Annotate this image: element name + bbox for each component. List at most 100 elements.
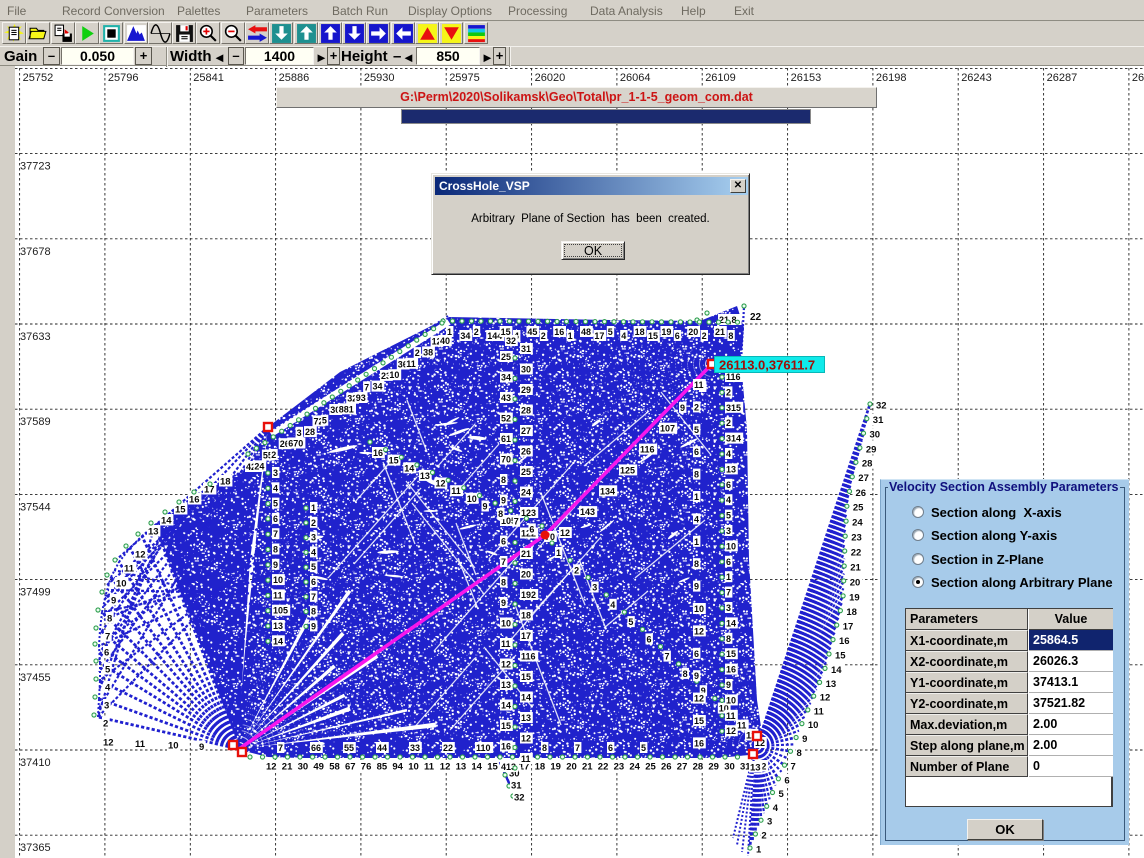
svg-text:12: 12: [726, 726, 736, 736]
svg-text:143: 143: [580, 507, 595, 517]
svg-text:5: 5: [641, 743, 646, 753]
svg-text:31: 31: [511, 781, 522, 792]
svg-text:24: 24: [521, 488, 531, 498]
svg-text:16: 16: [554, 327, 564, 337]
svg-text:7: 7: [364, 382, 369, 392]
svg-text:5: 5: [273, 499, 278, 509]
svg-text:30: 30: [870, 430, 881, 441]
svg-text:70: 70: [501, 455, 511, 465]
svg-text:8: 8: [694, 559, 699, 569]
svg-text:34: 34: [460, 331, 470, 341]
svg-text:123: 123: [521, 508, 536, 518]
svg-text:315: 315: [726, 403, 741, 413]
svg-text:15: 15: [175, 505, 186, 516]
svg-text:27: 27: [677, 762, 688, 773]
svg-text:2: 2: [726, 387, 731, 397]
svg-text:6: 6: [647, 634, 652, 644]
svg-text:7: 7: [501, 557, 506, 567]
svg-text:34: 34: [501, 373, 511, 383]
svg-text:11: 11: [124, 564, 135, 575]
svg-text:15: 15: [835, 651, 846, 662]
svg-text:7: 7: [575, 743, 580, 753]
svg-text:37544: 37544: [20, 501, 51, 513]
svg-text:10: 10: [808, 720, 819, 731]
svg-text:13: 13: [521, 713, 531, 723]
svg-text:13: 13: [148, 527, 159, 538]
svg-text:13: 13: [420, 471, 430, 481]
svg-text:2: 2: [702, 331, 707, 341]
svg-text:2: 2: [103, 719, 108, 730]
svg-text:8: 8: [107, 614, 112, 625]
svg-text:20: 20: [566, 762, 577, 773]
svg-text:8: 8: [501, 578, 506, 588]
svg-text:26332: 26332: [1132, 72, 1144, 84]
svg-text:5: 5: [608, 327, 613, 337]
svg-text:26113.0,37611.7: 26113.0,37611.7: [719, 358, 815, 373]
svg-text:5: 5: [322, 416, 327, 426]
svg-text:23: 23: [614, 762, 625, 773]
svg-text:1: 1: [568, 331, 573, 341]
svg-text:15: 15: [501, 721, 511, 731]
svg-text:40: 40: [440, 336, 450, 346]
svg-text:20: 20: [688, 327, 698, 337]
svg-text:13: 13: [750, 763, 761, 774]
svg-text:6: 6: [726, 480, 731, 490]
svg-text:12: 12: [436, 479, 446, 489]
svg-text:18: 18: [846, 607, 857, 618]
svg-text:31: 31: [873, 415, 884, 426]
svg-text:52: 52: [501, 414, 511, 424]
svg-text:58: 58: [329, 762, 340, 773]
svg-text:94: 94: [392, 762, 403, 773]
svg-text:25886: 25886: [279, 72, 310, 84]
svg-text:10: 10: [389, 370, 399, 380]
svg-text:37589: 37589: [20, 416, 51, 428]
svg-text:28: 28: [693, 762, 704, 773]
svg-text:25: 25: [501, 352, 511, 362]
svg-text:110: 110: [476, 743, 491, 753]
svg-text:4: 4: [105, 683, 111, 694]
svg-text:16: 16: [839, 636, 850, 647]
svg-text:1: 1: [756, 845, 762, 856]
svg-text:24: 24: [852, 518, 863, 529]
svg-text:9: 9: [694, 582, 699, 592]
svg-text:14: 14: [471, 762, 482, 773]
svg-text:38: 38: [423, 347, 433, 357]
svg-text:2: 2: [761, 831, 766, 842]
svg-text:15: 15: [648, 331, 658, 341]
svg-text:15: 15: [726, 649, 736, 659]
svg-text:16: 16: [694, 738, 704, 748]
svg-text:5: 5: [779, 789, 785, 800]
svg-text:26: 26: [661, 762, 672, 773]
svg-text:6: 6: [529, 524, 534, 534]
svg-text:116: 116: [726, 372, 741, 382]
svg-text:12: 12: [820, 693, 831, 704]
svg-text:21: 21: [582, 762, 593, 773]
svg-text:5: 5: [694, 425, 699, 435]
svg-text:6: 6: [675, 331, 680, 341]
svg-text:55: 55: [344, 743, 354, 753]
svg-text:11: 11: [726, 711, 736, 721]
svg-text:5: 5: [105, 665, 111, 676]
svg-text:29: 29: [708, 762, 719, 773]
svg-text:4: 4: [610, 600, 615, 610]
svg-text:20: 20: [521, 570, 531, 580]
svg-text:12: 12: [694, 626, 704, 636]
svg-text:16: 16: [726, 665, 736, 675]
svg-text:76: 76: [361, 762, 372, 773]
svg-text:37678: 37678: [20, 246, 51, 258]
svg-text:28: 28: [305, 427, 315, 437]
svg-text:22: 22: [598, 762, 609, 773]
svg-text:19: 19: [661, 327, 671, 337]
svg-text:9: 9: [273, 560, 278, 570]
svg-text:7: 7: [791, 762, 796, 773]
svg-text:27: 27: [858, 473, 869, 484]
svg-text:116: 116: [640, 445, 655, 455]
svg-text:66: 66: [311, 743, 321, 753]
svg-text:16: 16: [189, 495, 200, 506]
svg-text:20: 20: [850, 577, 861, 588]
svg-text:17: 17: [521, 631, 531, 641]
svg-text:6: 6: [311, 577, 316, 587]
svg-text:15: 15: [521, 672, 531, 682]
svg-text:23: 23: [851, 533, 862, 544]
svg-text:10: 10: [467, 494, 477, 504]
